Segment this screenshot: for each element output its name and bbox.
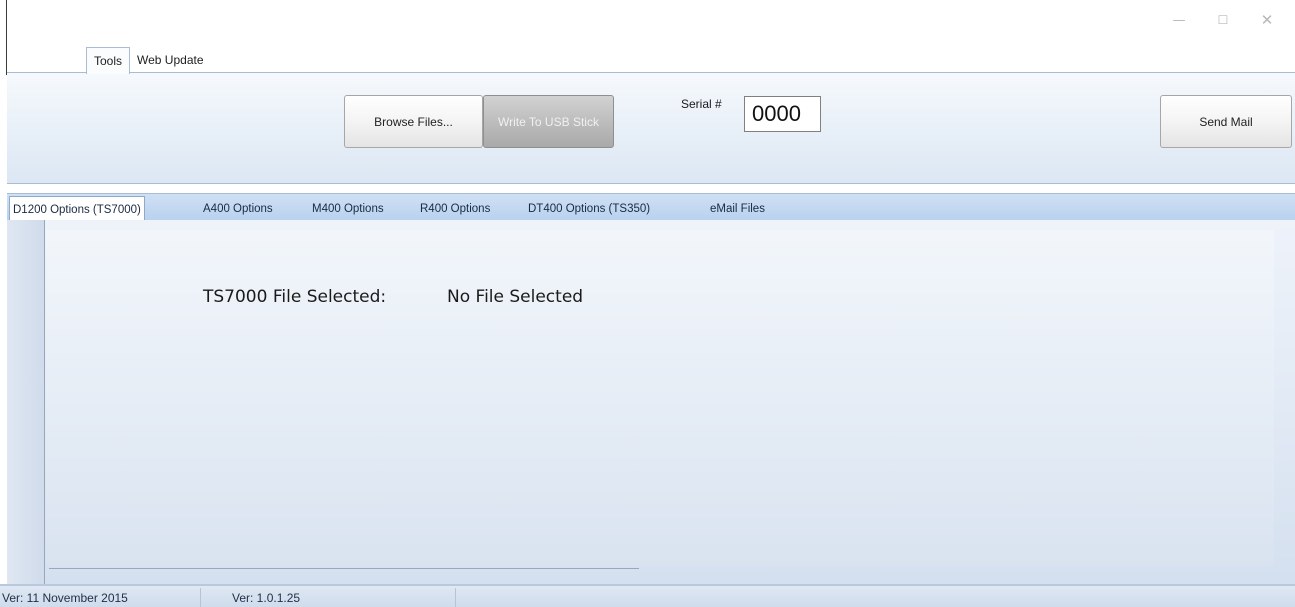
status-separator [200,588,201,607]
tab-m400-options[interactable]: M400 Options [312,196,384,221]
tab-a400-options[interactable]: A400 Options [203,196,273,221]
serial-label: Serial # [681,97,722,111]
content-inner-panel [46,230,1274,566]
window-controls: — ☐ ✕ [1157,8,1289,32]
tab-r400-options[interactable]: R400 Options [420,196,490,221]
options-content-panel: TS7000 File Selected: No File Selected [7,220,1295,584]
window-left-edge [6,0,7,75]
ribbon-tab-bar: Tools Web Update [86,47,211,74]
close-button[interactable]: ✕ [1245,8,1289,32]
browse-files-button[interactable]: Browse Files... [344,95,483,148]
minimize-button[interactable]: — [1157,8,1201,32]
tab-dt400-options[interactable]: DT400 Options (TS350) [528,196,650,221]
content-divider [49,568,639,569]
ribbon-panel: Browse Files... Write To USB Stick Seria… [7,72,1295,184]
file-selected-value: No File Selected [447,287,584,307]
file-selected-label: TS7000 File Selected: [203,287,387,307]
send-mail-button[interactable]: Send Mail [1160,95,1292,148]
write-usb-button[interactable]: Write To USB Stick [483,95,614,148]
content-side-bar [7,220,45,584]
options-tab-strip: D1200 Options (TS7000) A400 Options M400… [7,193,1295,222]
ribbon-tab-tools[interactable]: Tools [86,47,131,74]
status-date-version: Ver: 11 November 2015 [2,591,128,605]
tab-d1200-options[interactable]: D1200 Options (TS7000) [9,196,145,222]
serial-input[interactable]: 0000 [744,96,821,132]
tab-email-files[interactable]: eMail Files [710,196,765,221]
maximize-button[interactable]: ☐ [1201,8,1245,32]
ribbon-tab-web-update[interactable]: Web Update [130,47,211,73]
status-bar: Ver: 11 November 2015 Ver: 1.0.1.25 [0,584,1295,607]
status-separator [455,588,456,607]
status-build-version: Ver: 1.0.1.25 [232,591,301,605]
